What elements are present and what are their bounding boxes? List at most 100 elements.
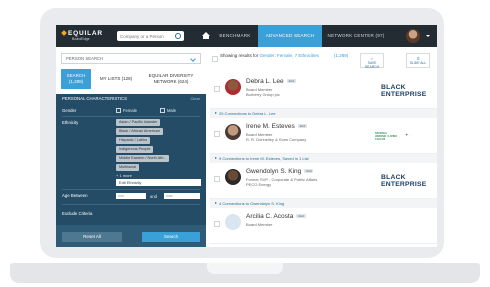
person-name[interactable]: Irene M. Esteves 2nd: [246, 123, 307, 130]
hispanic-caucus-text: NATIONAL HISPANIC / LATINO CAUCUS: [375, 132, 397, 141]
connections-text: 25 Connections to Debra L. Lee: [219, 111, 276, 116]
results-summary: Showing results for Gender: Female, 7 Et…: [220, 53, 330, 59]
person-photo: [225, 79, 241, 95]
search-icon[interactable]: [175, 33, 181, 39]
age-min-input[interactable]: min: [116, 193, 146, 199]
gender-male-label: Male: [167, 108, 177, 113]
connections-row[interactable]: 25 Connections to Debra L. Lee: [210, 109, 437, 118]
home-icon[interactable]: [202, 32, 210, 39]
hispanic-caucus-logo: NATIONAL HISPANIC / LATINO CAUCUS ✦: [375, 132, 433, 142]
results-header: Showing results for Gender: Female, 7 Et…: [210, 53, 437, 69]
reset-all-button[interactable]: Reset All: [62, 232, 122, 242]
person-name[interactable]: Debra L. Lee 2nd: [246, 78, 296, 85]
connection-degree-badge: 2nd: [304, 169, 314, 174]
result-checkbox[interactable]: [214, 131, 220, 137]
gender-option-female[interactable]: Female: [116, 108, 137, 114]
result-checkbox[interactable]: [214, 221, 220, 227]
tab-equilar-diversity-network[interactable]: EQUILAR DIVERSITY NETWORK (624): [141, 69, 201, 89]
search-button[interactable]: Search: [142, 232, 200, 242]
ethnicity-label: Ethnicity: [62, 120, 79, 125]
personal-characteristics-header[interactable]: PERSONAL CHARACTERISTICS Clear: [56, 94, 206, 103]
personal-characteristics-body: Gender Female Male Ethnicity Asian / Pac…: [56, 103, 206, 225]
divider: [62, 189, 200, 190]
results-prefix: Showing results for: [220, 53, 259, 58]
person-company: Burberry Group plc: [246, 92, 280, 97]
results-count: (1,289): [334, 53, 349, 58]
ethnicity-chip[interactable]: Asian / Pacific Islander: [116, 119, 161, 126]
age-and-label: and: [150, 194, 157, 199]
connections-row[interactable]: 9 Connections to Irene M. Esteves, Saved…: [210, 154, 437, 163]
filter-footer: Reset All Search: [56, 225, 206, 247]
search-filter-panel: PERSON SEARCH SEARCH (1,289) MY LISTS (1…: [56, 47, 206, 247]
ethnicity-chip[interactable]: Hispanic / Latino: [116, 137, 151, 144]
person-search-dropdown[interactable]: PERSON SEARCH: [61, 53, 201, 64]
ethnicity-chip[interactable]: Indigenous People: [116, 146, 154, 153]
result-card[interactable]: Gwendolyn S. King 2nd Former SVP - Corpor…: [210, 163, 437, 199]
person-photo: [225, 169, 241, 185]
checkbox-icon: [160, 108, 165, 114]
chevron-right-icon: [215, 157, 217, 159]
person-search-label: PERSON SEARCH: [66, 56, 104, 61]
result-card[interactable]: Irene M. Esteves 2nd Board Member R. R. D…: [210, 118, 437, 154]
nav-benchmark[interactable]: BENCHMARK: [214, 25, 256, 47]
more-ethnicities-link[interactable]: + 1 more: [116, 173, 132, 178]
connections-row[interactable]: 4 Connections to Gwendolyn S. King: [210, 199, 437, 208]
person-name-text: Arcilia C. Acosta: [246, 213, 294, 220]
results-filter-text: Gender: Female, 7 Ethnicities: [259, 53, 319, 58]
person-photo: [225, 124, 241, 140]
characteristics-title: PERSONAL CHARACTERISTICS: [62, 96, 128, 101]
tab-search[interactable]: SEARCH (1,289): [61, 69, 91, 89]
save-search-button[interactable]: ☆ SAVE SEARCH: [360, 53, 384, 69]
person-company: PECO Energy: [246, 182, 272, 187]
divider: [62, 204, 200, 205]
logo-line2: BoardEdge: [72, 37, 90, 41]
person-name[interactable]: Gwendolyn S. King 2nd: [246, 168, 314, 175]
checkbox-icon: [116, 108, 121, 114]
person-company: R. R. Donnelley & Sons Company: [246, 137, 307, 142]
divider: [62, 116, 200, 117]
logo-mark-icon: [61, 30, 67, 36]
equilar-logo[interactable]: EQUILAR BoardEdge: [61, 30, 103, 41]
tab-my-lists[interactable]: MY LISTS (128): [93, 69, 139, 89]
connection-degree-badge: 2nd: [296, 214, 306, 219]
exclude-criteria-label[interactable]: Exclude Criteria: [62, 211, 92, 216]
laptop-notch: [207, 263, 283, 274]
edit-ethnicity-dropdown[interactable]: Edit Ethnicity: [116, 179, 201, 186]
nav-network-center[interactable]: NETWORK CENTER (97): [324, 25, 388, 47]
global-search-box: [117, 31, 184, 41]
ethnicity-chip[interactable]: Multiracial: [116, 164, 140, 171]
select-all-button[interactable]: ☰ SLIDE ALL: [406, 53, 430, 68]
connection-degree-badge: 2nd: [297, 124, 307, 129]
select-all-checkbox[interactable]: [212, 56, 218, 62]
ethnicity-chip[interactable]: Middle Eastern / North Afri...: [116, 155, 170, 162]
age-max-input[interactable]: max: [164, 193, 200, 199]
gender-female-label: Female: [123, 108, 137, 113]
results-panel: Showing results for Gender: Female, 7 Et…: [210, 47, 437, 247]
search-tabs: SEARCH (1,289) MY LISTS (128) EQUILAR DI…: [61, 69, 201, 89]
person-name-text: Irene M. Esteves: [246, 123, 295, 130]
latino-caucus-mark: ✦: [405, 132, 409, 137]
chevron-down-icon[interactable]: [426, 35, 430, 37]
save-search-label: SAVE SEARCH: [364, 61, 380, 69]
clear-link[interactable]: Clear: [190, 94, 200, 103]
person-name[interactable]: Arcilia C. Acosta 2nd: [246, 213, 306, 220]
ethnicity-chip[interactable]: Black / African American: [116, 128, 163, 135]
result-card[interactable]: Arcilia C. Acosta 2nd Board Member: [210, 208, 437, 244]
nav-advanced-search[interactable]: ADVANCED SEARCH: [258, 25, 322, 47]
select-all-label: SLIDE ALL: [409, 61, 427, 65]
result-checkbox[interactable]: [214, 86, 220, 92]
chevron-right-icon: [215, 202, 217, 204]
gender-option-male[interactable]: Male: [160, 108, 177, 114]
result-checkbox[interactable]: [214, 176, 220, 182]
user-avatar[interactable]: [406, 29, 420, 43]
result-card[interactable]: Debra L. Lee 2nd Board Member Burberry Gr…: [210, 73, 437, 109]
age-label: Age Between: [62, 193, 88, 198]
app-screen: EQUILAR BoardEdge BENCHMARK ADVANCED SEA…: [56, 25, 437, 247]
person-name-text: Gwendolyn S. King: [246, 168, 302, 175]
connections-text: 4 Connections to Gwendolyn S. King: [219, 201, 285, 206]
global-search-input[interactable]: [120, 32, 168, 40]
person-title: Board Member: [246, 222, 273, 227]
chevron-down-icon: [190, 56, 196, 62]
top-nav-bar: EQUILAR BoardEdge BENCHMARK ADVANCED SEA…: [56, 25, 437, 47]
gender-label: Gender: [62, 108, 77, 113]
